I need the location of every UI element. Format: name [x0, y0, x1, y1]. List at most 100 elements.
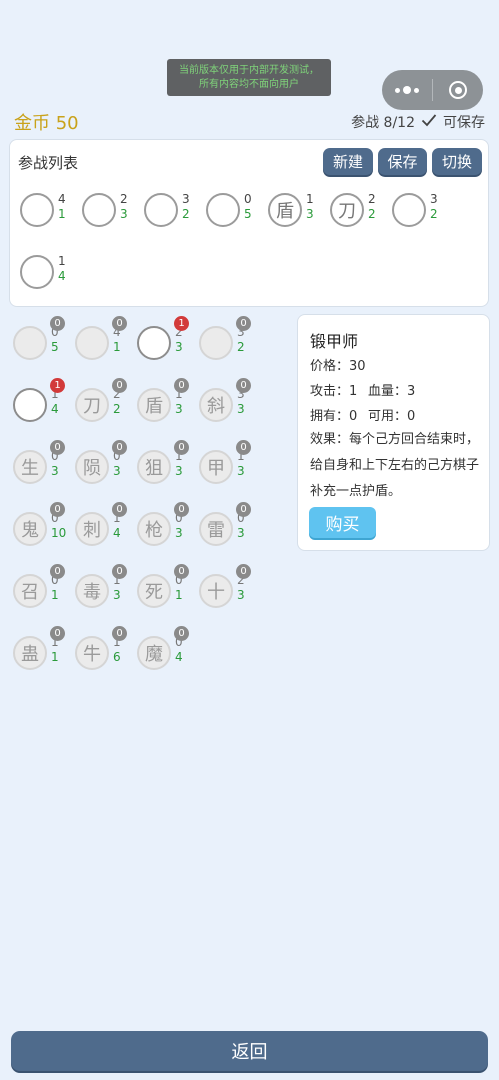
piece-health-value: 3	[306, 207, 314, 221]
shop-piece[interactable]: 刀220	[75, 378, 127, 429]
piece-token: 十	[199, 574, 233, 608]
piece-name: 锻甲师	[310, 332, 359, 351]
shop-piece[interactable]: 牛160	[75, 626, 127, 677]
shop-piece[interactable]: 雷030	[199, 502, 251, 553]
shop-piece[interactable]: 050	[13, 316, 65, 367]
piece-token: 斜	[199, 388, 233, 422]
owned-count-badge: 0	[236, 378, 251, 393]
shop-piece[interactable]: 十230	[199, 564, 251, 615]
piece-token: 生	[13, 450, 47, 484]
lineup-piece[interactable]: 41	[20, 190, 68, 234]
piece-health-value: 3	[175, 464, 183, 478]
piece-token: 雷	[199, 512, 233, 546]
shop-piece[interactable]: 410	[75, 316, 127, 367]
shop-piece[interactable]: 蛊110	[13, 626, 65, 677]
piece-token	[13, 326, 47, 360]
piece-health-value: 3	[113, 464, 121, 478]
piece-token: 毒	[75, 574, 109, 608]
owned-count-badge: 0	[236, 502, 251, 517]
piece-token	[75, 326, 109, 360]
switch-lineup-button[interactable]: 切换	[432, 148, 482, 175]
piece-token: 盾	[268, 193, 302, 227]
piece-attack: 攻击：1	[310, 384, 358, 399]
piece-token: 狙	[137, 450, 171, 484]
lineup-piece[interactable]: 32	[392, 190, 440, 234]
piece-health-value: 1	[113, 340, 121, 354]
shop-piece[interactable]: 甲130	[199, 440, 251, 491]
piece-token	[82, 193, 116, 227]
piece-attack-value: 4	[58, 192, 66, 206]
banner-line-2: 所有内容均不面向用户	[199, 78, 299, 90]
piece-detail-panel: 锻甲师 价格：30 攻击：1 血量：3 拥有：0 可用：0 效果：每个己方回合结…	[297, 314, 490, 551]
owned-count-badge: 0	[50, 502, 65, 517]
piece-price: 价格：30	[310, 359, 366, 374]
piece-token	[137, 326, 171, 360]
piece-health-value: 1	[51, 650, 59, 664]
shop-piece[interactable]: 鬼 0 10 0	[13, 502, 66, 553]
lineup-piece[interactable]: 32	[144, 190, 192, 234]
more-menu-icon[interactable]	[382, 70, 432, 110]
owned-count-badge: 0	[112, 626, 127, 641]
shop-piece[interactable]: 毒130	[75, 564, 127, 615]
piece-health-value: 3	[175, 526, 183, 540]
piece-token: 甲	[199, 450, 233, 484]
shop-piece[interactable]: 盾130	[137, 378, 189, 429]
piece-health: 血量：3	[368, 384, 416, 399]
piece-effect: 效果：每个己方回合结束时，给自身和上下左右的己方棋子补充一点护盾。	[310, 432, 480, 499]
piece-health-value: 4	[58, 269, 66, 283]
piece-health-value: 1	[175, 588, 183, 602]
piece-health-value: 2	[182, 207, 190, 221]
piece-attack-value: 2	[368, 192, 376, 206]
piece-health-value: 2	[237, 340, 245, 354]
lineup-piece[interactable]: 23	[82, 190, 130, 234]
piece-token	[20, 193, 54, 227]
piece-health-value: 3	[175, 402, 183, 416]
owned-count-badge: 0	[112, 440, 127, 455]
owned-count-badge: 0	[112, 316, 127, 331]
save-lineup-button[interactable]: 保存	[378, 148, 427, 175]
shop-piece[interactable]: 死010	[137, 564, 189, 615]
lineup-piece[interactable]: 刀22	[330, 190, 378, 234]
piece-token: 死	[137, 574, 171, 608]
shop-piece[interactable]: 320	[199, 316, 251, 367]
owned-count-badge: 0	[50, 564, 65, 579]
piece-token: 刺	[75, 512, 109, 546]
owned-count-badge: 0	[174, 502, 189, 517]
shop-piece[interactable]: 召010	[13, 564, 65, 615]
buy-button[interactable]: 购买	[309, 507, 376, 538]
piece-health-value: 2	[430, 207, 438, 221]
shop-piece[interactable]: 231	[137, 316, 189, 367]
lineup-panel: 参战列表 新建 保存 切换 41233205盾13刀223214	[9, 139, 489, 307]
piece-token	[144, 193, 178, 227]
lineup-piece[interactable]: 14	[20, 252, 68, 296]
owned-count-badge: 0	[174, 564, 189, 579]
owned-count-badge: 0	[236, 564, 251, 579]
shop-piece[interactable]: 陨030	[75, 440, 127, 491]
owned-count-badge: 0	[236, 316, 251, 331]
shop-piece[interactable]: 魔040	[137, 626, 189, 677]
lineup-piece[interactable]: 05	[206, 190, 254, 234]
piece-token: 魔	[137, 636, 171, 670]
shop-piece[interactable]: 生030	[13, 440, 65, 491]
piece-health-value: 4	[51, 402, 59, 416]
piece-attack-value: 3	[430, 192, 438, 206]
shop-piece[interactable]: 141	[13, 378, 65, 429]
shop-piece[interactable]: 刺140	[75, 502, 127, 553]
piece-health-value: 3	[237, 402, 245, 416]
shop-piece[interactable]: 狙130	[137, 440, 189, 491]
miniprogram-capsule	[382, 70, 483, 110]
back-button[interactable]: 返回	[11, 1031, 488, 1071]
shop-piece[interactable]: 枪030	[137, 502, 189, 553]
piece-token	[206, 193, 240, 227]
shop-piece[interactable]: 斜330	[199, 378, 251, 429]
piece-attack-value: 3	[182, 192, 190, 206]
close-target-icon[interactable]	[433, 70, 483, 110]
piece-health-value: 3	[120, 207, 128, 221]
new-lineup-button[interactable]: 新建	[323, 148, 373, 175]
lineup-piece[interactable]: 盾13	[268, 190, 316, 234]
piece-token	[392, 193, 426, 227]
piece-health-value: 6	[113, 650, 121, 664]
piece-health-value: 4	[113, 526, 121, 540]
piece-health-value: 1	[58, 207, 66, 221]
piece-attack-value: 0	[244, 192, 252, 206]
